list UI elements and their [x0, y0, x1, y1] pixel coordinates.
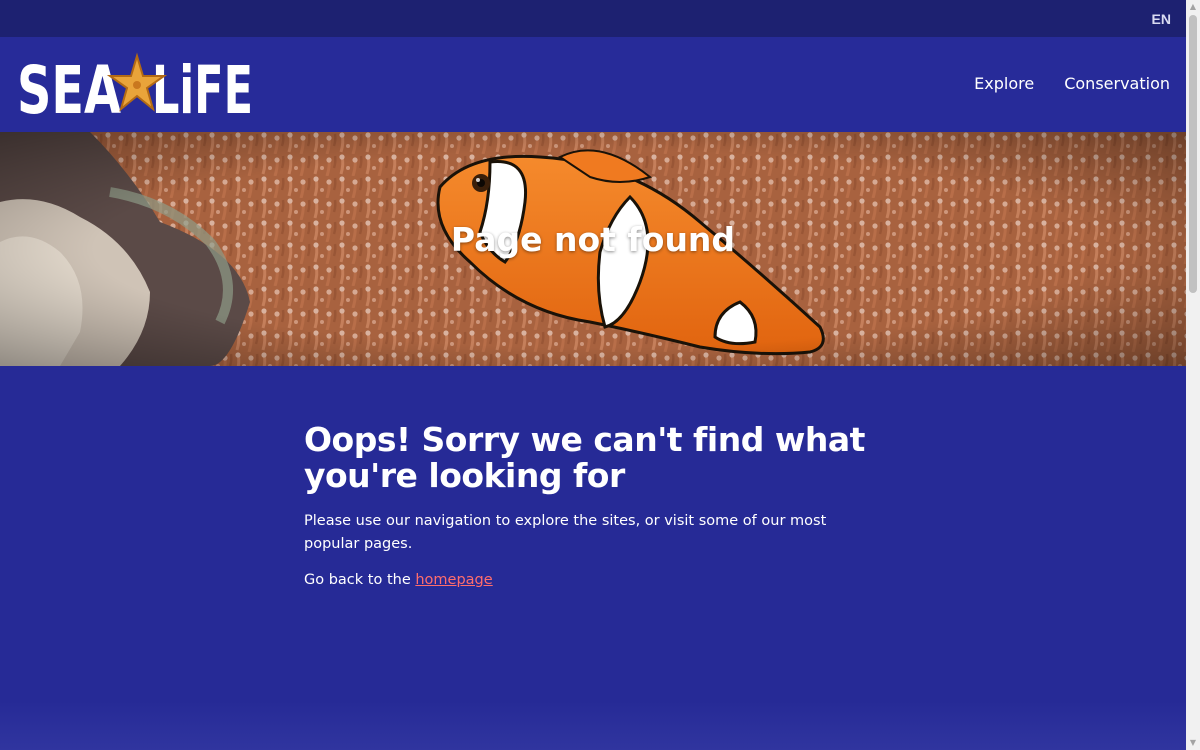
- scrollbar-thumb[interactable]: [1189, 15, 1197, 293]
- page-scrollbar[interactable]: ▲ ▼: [1186, 0, 1200, 750]
- bottom-decoration: [0, 700, 1186, 750]
- svg-text:SEA: SEA: [17, 52, 121, 118]
- triangle-down-icon[interactable]: ▼: [1186, 736, 1200, 750]
- site-header: SEA LiFE Explore Conservation: [0, 37, 1186, 132]
- nav-explore[interactable]: Explore: [974, 74, 1034, 93]
- homepage-link[interactable]: homepage: [415, 572, 492, 588]
- back-prefix: Go back to the: [304, 572, 416, 588]
- error-description: Please use our navigation to explore the…: [304, 513, 827, 552]
- error-message-section: Oops! Sorry we can't find what you're lo…: [304, 422, 884, 592]
- main-navigation: Explore Conservation: [974, 74, 1170, 93]
- triangle-up-icon[interactable]: ▲: [1186, 0, 1200, 14]
- nav-conservation[interactable]: Conservation: [1064, 74, 1170, 93]
- logo-graphic: SEA LiFE: [17, 52, 253, 118]
- hero-banner: Page not found: [0, 132, 1186, 366]
- language-selector[interactable]: EN: [1152, 11, 1171, 27]
- hero-title: Page not found: [450, 220, 736, 259]
- error-heading: Oops! Sorry we can't find what you're lo…: [304, 420, 865, 495]
- top-utility-bar: EN: [0, 0, 1186, 37]
- sea-life-logo[interactable]: SEA LiFE: [17, 52, 257, 118]
- svg-text:LiFE: LiFE: [152, 52, 253, 118]
- back-to-homepage-text: Go back to the homepage: [304, 569, 884, 592]
